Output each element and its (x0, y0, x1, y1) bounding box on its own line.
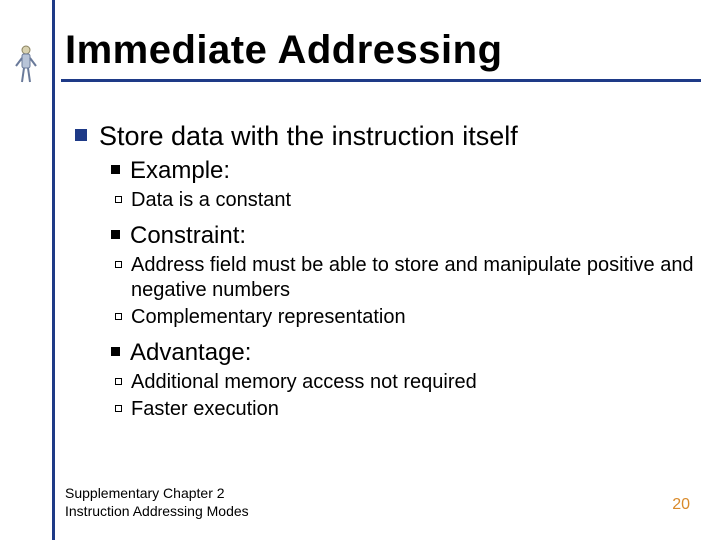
content-area: Store data with the instruction itself E… (75, 120, 695, 430)
bullet-text: Example: (130, 156, 230, 186)
hollow-square-bullet-icon (115, 313, 122, 320)
bullet-level2: Constraint: (111, 221, 695, 251)
bullet-level1: Store data with the instruction itself (75, 120, 695, 152)
logo-icon (12, 42, 40, 86)
hollow-square-bullet-icon (115, 378, 122, 385)
title-underline (61, 79, 701, 82)
bullet-text: Store data with the instruction itself (99, 120, 518, 152)
bullet-level3: Complementary representation (115, 305, 695, 330)
footer-left: Supplementary Chapter 2 Instruction Addr… (65, 485, 249, 520)
bullet-level3: Additional memory access not required (115, 370, 695, 395)
bullet-text: Constraint: (130, 221, 246, 251)
bullet-level3: Faster execution (115, 397, 695, 422)
hollow-square-bullet-icon (115, 405, 122, 412)
square-bullet-icon (111, 230, 120, 239)
bullet-text: Advantage: (130, 338, 251, 368)
bullet-level2: Example: (111, 156, 695, 186)
bullet-level3: Address field must be able to store and … (115, 253, 695, 303)
vertical-rule (52, 0, 55, 540)
bullet-level3: Data is a constant (115, 188, 695, 213)
page-number: 20 (672, 496, 690, 514)
square-bullet-icon (111, 165, 120, 174)
hollow-square-bullet-icon (115, 196, 122, 203)
bullet-text: Complementary representation (131, 305, 406, 330)
page-title: Immediate Addressing (65, 28, 685, 73)
title-block: Immediate Addressing (65, 28, 685, 82)
hollow-square-bullet-icon (115, 261, 122, 268)
bullet-text: Data is a constant (131, 188, 291, 213)
bullet-text: Address field must be able to store and … (131, 253, 695, 303)
bullet-text: Additional memory access not required (131, 370, 477, 395)
square-bullet-icon (75, 129, 87, 141)
footer-line-2: Instruction Addressing Modes (65, 503, 249, 521)
bullet-level2: Advantage: (111, 338, 695, 368)
square-bullet-icon (111, 347, 120, 356)
bullet-text: Faster execution (131, 397, 279, 422)
footer-line-1: Supplementary Chapter 2 (65, 485, 249, 503)
